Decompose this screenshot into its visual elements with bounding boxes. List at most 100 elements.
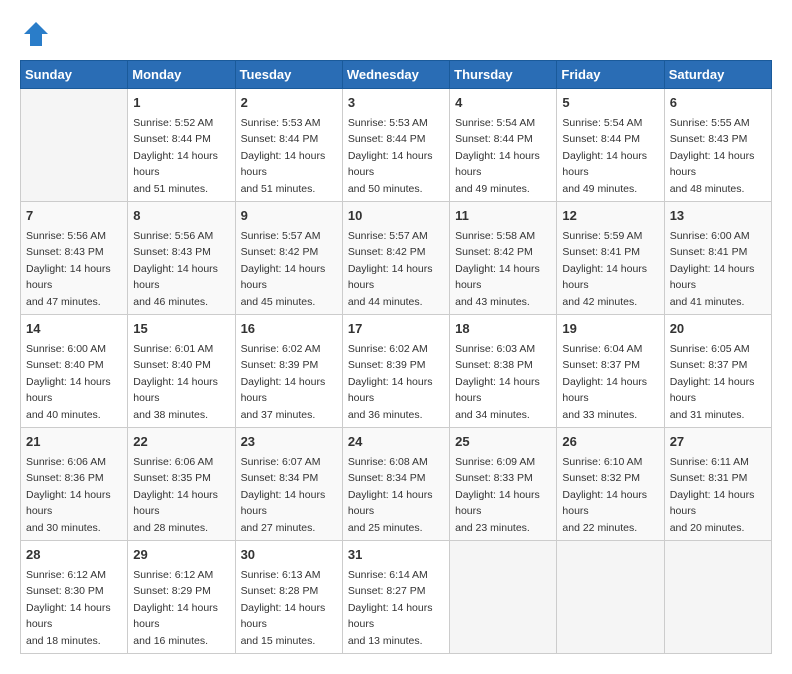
day-info: Sunrise: 5:57 AMSunset: 8:42 PMDaylight:… — [241, 230, 326, 308]
logo-icon — [22, 20, 50, 48]
day-info: Sunrise: 5:57 AMSunset: 8:42 PMDaylight:… — [348, 230, 433, 308]
calendar-cell: 28 Sunrise: 6:12 AMSunset: 8:30 PMDayligh… — [21, 541, 128, 654]
day-info: Sunrise: 6:08 AMSunset: 8:34 PMDaylight:… — [348, 456, 433, 534]
day-info: Sunrise: 5:59 AMSunset: 8:41 PMDaylight:… — [562, 230, 647, 308]
day-number: 21 — [26, 432, 122, 452]
day-info: Sunrise: 5:55 AMSunset: 8:43 PMDaylight:… — [670, 117, 755, 195]
calendar-week-row: 7 Sunrise: 5:56 AMSunset: 8:43 PMDaylight… — [21, 202, 772, 315]
calendar-table: SundayMondayTuesdayWednesdayThursdayFrid… — [20, 60, 772, 654]
calendar-cell: 22 Sunrise: 6:06 AMSunset: 8:35 PMDayligh… — [128, 428, 235, 541]
day-info: Sunrise: 6:10 AMSunset: 8:32 PMDaylight:… — [562, 456, 647, 534]
calendar-cell: 17Sunrise: 6:02 AMSunset: 8:39 PMDayligh… — [342, 315, 449, 428]
calendar-cell — [21, 89, 128, 202]
day-info: Sunrise: 5:58 AMSunset: 8:42 PMDaylight:… — [455, 230, 540, 308]
day-number: 30 — [241, 545, 337, 565]
calendar-week-row: 21 Sunrise: 6:06 AMSunset: 8:36 PMDayligh… — [21, 428, 772, 541]
day-info: Sunrise: 6:12 AMSunset: 8:30 PMDaylight:… — [26, 569, 111, 647]
day-number: 12 — [562, 206, 658, 226]
calendar-cell: 5 Sunrise: 5:54 AMSunset: 8:44 PMDaylight… — [557, 89, 664, 202]
day-number: 22 — [133, 432, 229, 452]
weekday-header-row: SundayMondayTuesdayWednesdayThursdayFrid… — [21, 61, 772, 89]
calendar-cell: 12 Sunrise: 5:59 AMSunset: 8:41 PMDayligh… — [557, 202, 664, 315]
day-number: 27 — [670, 432, 766, 452]
day-number: 10 — [348, 206, 444, 226]
weekday-header: Sunday — [21, 61, 128, 89]
day-info: Sunrise: 6:04 AMSunset: 8:37 PMDaylight:… — [562, 343, 647, 421]
day-info: Sunrise: 6:06 AMSunset: 8:35 PMDaylight:… — [133, 456, 218, 534]
calendar-cell: 23Sunrise: 6:07 AMSunset: 8:34 PMDayligh… — [235, 428, 342, 541]
day-info: Sunrise: 6:00 AMSunset: 8:40 PMDaylight:… — [26, 343, 111, 421]
weekday-header: Saturday — [664, 61, 771, 89]
day-number: 14 — [26, 319, 122, 339]
calendar-cell: 14 Sunrise: 6:00 AMSunset: 8:40 PMDayligh… — [21, 315, 128, 428]
calendar-cell: 7 Sunrise: 5:56 AMSunset: 8:43 PMDaylight… — [21, 202, 128, 315]
calendar-cell — [557, 541, 664, 654]
calendar-cell: 1Sunrise: 5:52 AMSunset: 8:44 PMDaylight… — [128, 89, 235, 202]
weekday-header: Wednesday — [342, 61, 449, 89]
day-number: 11 — [455, 206, 551, 226]
day-info: Sunrise: 6:05 AMSunset: 8:37 PMDaylight:… — [670, 343, 755, 421]
calendar-cell: 16 Sunrise: 6:02 AMSunset: 8:39 PMDayligh… — [235, 315, 342, 428]
calendar-cell: 9 Sunrise: 5:57 AMSunset: 8:42 PMDaylight… — [235, 202, 342, 315]
day-info: Sunrise: 6:03 AMSunset: 8:38 PMDaylight:… — [455, 343, 540, 421]
day-info: Sunrise: 6:13 AMSunset: 8:28 PMDaylight:… — [241, 569, 326, 647]
calendar-cell: 26Sunrise: 6:10 AMSunset: 8:32 PMDayligh… — [557, 428, 664, 541]
day-number: 19 — [562, 319, 658, 339]
calendar-cell: 27 Sunrise: 6:11 AMSunset: 8:31 PMDayligh… — [664, 428, 771, 541]
weekday-header: Tuesday — [235, 61, 342, 89]
day-number: 16 — [241, 319, 337, 339]
calendar-cell: 8 Sunrise: 5:56 AMSunset: 8:43 PMDaylight… — [128, 202, 235, 315]
calendar-cell: 11 Sunrise: 5:58 AMSunset: 8:42 PMDayligh… — [450, 202, 557, 315]
calendar-week-row: 1Sunrise: 5:52 AMSunset: 8:44 PMDaylight… — [21, 89, 772, 202]
calendar-cell: 20 Sunrise: 6:05 AMSunset: 8:37 PMDayligh… — [664, 315, 771, 428]
day-number: 1 — [133, 93, 229, 113]
weekday-header: Friday — [557, 61, 664, 89]
calendar-cell: 24 Sunrise: 6:08 AMSunset: 8:34 PMDayligh… — [342, 428, 449, 541]
calendar-cell: 30 Sunrise: 6:13 AMSunset: 8:28 PMDayligh… — [235, 541, 342, 654]
calendar-week-row: 14 Sunrise: 6:00 AMSunset: 8:40 PMDayligh… — [21, 315, 772, 428]
day-number: 15 — [133, 319, 229, 339]
weekday-header: Monday — [128, 61, 235, 89]
day-number: 28 — [26, 545, 122, 565]
page-header — [20, 20, 772, 44]
day-number: 24 — [348, 432, 444, 452]
day-number: 8 — [133, 206, 229, 226]
calendar-cell: 19 Sunrise: 6:04 AMSunset: 8:37 PMDayligh… — [557, 315, 664, 428]
calendar-cell: 21 Sunrise: 6:06 AMSunset: 8:36 PMDayligh… — [21, 428, 128, 541]
day-info: Sunrise: 5:56 AMSunset: 8:43 PMDaylight:… — [26, 230, 111, 308]
weekday-header: Thursday — [450, 61, 557, 89]
day-number: 20 — [670, 319, 766, 339]
calendar-cell: 13Sunrise: 6:00 AMSunset: 8:41 PMDayligh… — [664, 202, 771, 315]
calendar-cell: 25 Sunrise: 6:09 AMSunset: 8:33 PMDayligh… — [450, 428, 557, 541]
day-info: Sunrise: 5:53 AMSunset: 8:44 PMDaylight:… — [241, 117, 326, 195]
calendar-cell: 2 Sunrise: 5:53 AMSunset: 8:44 PMDaylight… — [235, 89, 342, 202]
calendar-cell — [450, 541, 557, 654]
day-info: Sunrise: 6:09 AMSunset: 8:33 PMDaylight:… — [455, 456, 540, 534]
calendar-cell — [664, 541, 771, 654]
logo — [20, 20, 50, 44]
day-info: Sunrise: 5:54 AMSunset: 8:44 PMDaylight:… — [455, 117, 540, 195]
day-info: Sunrise: 5:53 AMSunset: 8:44 PMDaylight:… — [348, 117, 433, 195]
day-number: 23 — [241, 432, 337, 452]
calendar-cell: 3 Sunrise: 5:53 AMSunset: 8:44 PMDaylight… — [342, 89, 449, 202]
day-number: 25 — [455, 432, 551, 452]
day-number: 3 — [348, 93, 444, 113]
day-number: 31 — [348, 545, 444, 565]
day-info: Sunrise: 5:54 AMSunset: 8:44 PMDaylight:… — [562, 117, 647, 195]
day-number: 5 — [562, 93, 658, 113]
day-number: 6 — [670, 93, 766, 113]
calendar-cell: 4 Sunrise: 5:54 AMSunset: 8:44 PMDaylight… — [450, 89, 557, 202]
day-number: 4 — [455, 93, 551, 113]
day-number: 2 — [241, 93, 337, 113]
day-info: Sunrise: 6:11 AMSunset: 8:31 PMDaylight:… — [670, 456, 755, 534]
calendar-cell: 18Sunrise: 6:03 AMSunset: 8:38 PMDayligh… — [450, 315, 557, 428]
calendar-cell: 29Sunrise: 6:12 AMSunset: 8:29 PMDayligh… — [128, 541, 235, 654]
day-number: 7 — [26, 206, 122, 226]
day-number: 9 — [241, 206, 337, 226]
calendar-cell: 6 Sunrise: 5:55 AMSunset: 8:43 PMDaylight… — [664, 89, 771, 202]
calendar-cell: 10 Sunrise: 5:57 AMSunset: 8:42 PMDayligh… — [342, 202, 449, 315]
day-info: Sunrise: 5:56 AMSunset: 8:43 PMDaylight:… — [133, 230, 218, 308]
day-info: Sunrise: 6:06 AMSunset: 8:36 PMDaylight:… — [26, 456, 111, 534]
day-info: Sunrise: 6:02 AMSunset: 8:39 PMDaylight:… — [241, 343, 326, 421]
day-number: 17 — [348, 319, 444, 339]
